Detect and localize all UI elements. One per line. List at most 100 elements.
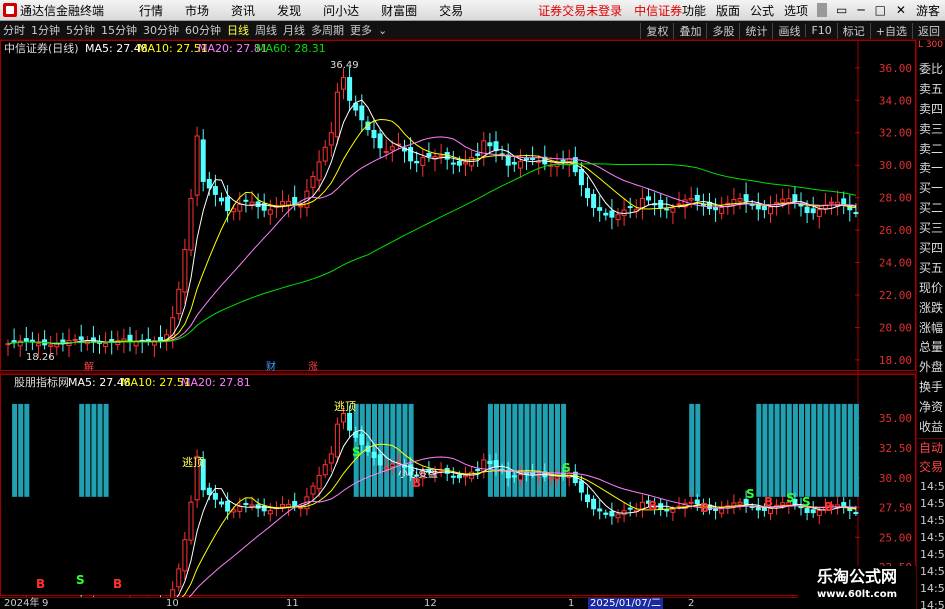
watermark-url: www.60lt.com	[816, 589, 897, 600]
candle-body	[347, 77, 353, 101]
stock-label: 中信证券(日线)	[4, 41, 79, 55]
candle-body-sub	[609, 510, 615, 517]
event-marker: 解	[84, 360, 94, 373]
candle-body-sub	[511, 475, 517, 478]
multi-stock-button[interactable]: 多股	[706, 22, 739, 39]
buy-marker: B	[700, 501, 709, 515]
back-button[interactable]: 返回	[912, 22, 945, 39]
period-tick[interactable]: 分时	[0, 22, 28, 38]
y-tick-label: 32.00	[879, 127, 912, 140]
candle-body	[334, 91, 340, 138]
y-tick-label: 24.00	[879, 257, 912, 270]
window-icon[interactable]: ▭	[831, 3, 852, 17]
candle-body-sub	[267, 510, 273, 515]
candle-body	[237, 203, 243, 212]
sell-marker: S	[76, 573, 85, 587]
candle-body-sub	[212, 492, 218, 500]
f10-button[interactable]: F10	[805, 24, 836, 37]
signal-bar	[512, 403, 518, 497]
period-day[interactable]: 日线	[224, 22, 252, 38]
y-tick-label: 27.50	[879, 502, 912, 515]
period-multi[interactable]: 多周期	[308, 22, 347, 38]
quote-label: 买三	[918, 221, 943, 236]
candle-body-sub	[188, 501, 194, 541]
toolbar-right: 复权 叠加 多股 统计 画线 F10 标记 +自选 返回	[640, 21, 945, 40]
chevron-down-icon[interactable]: ⌄	[375, 24, 390, 37]
tick-time: 14:56	[920, 479, 945, 493]
candle-body	[700, 203, 706, 206]
period-week[interactable]: 周线	[252, 22, 280, 38]
axis-month: 9	[42, 598, 49, 609]
title-bar: 通达信金融终端 行情 市场 资讯 发现 问小达 财富圈 交易 证券交易未登录 中…	[0, 0, 945, 21]
login-warning[interactable]: 证券交易未登录	[534, 2, 626, 19]
menu-ask[interactable]: 问小达	[312, 2, 370, 19]
period-month[interactable]: 月线	[280, 22, 308, 38]
candle-body	[755, 204, 761, 210]
candle-body-sub	[243, 503, 249, 506]
signal-bar	[530, 403, 536, 497]
ma10-line	[7, 118, 856, 345]
candle-body	[627, 206, 633, 209]
candle-body	[810, 208, 816, 214]
period-30min[interactable]: 30分钟	[140, 22, 182, 38]
quote-label: 卖一	[918, 161, 943, 176]
period-60min[interactable]: 60分钟	[182, 22, 224, 38]
signal-bar	[774, 403, 780, 497]
candle-body	[615, 214, 621, 221]
candle-body	[219, 197, 224, 202]
add-watchlist-button[interactable]: +自选	[869, 22, 912, 39]
candle-body	[719, 207, 725, 214]
candle-body	[371, 129, 377, 139]
app-logo-icon	[3, 3, 17, 17]
candle-body	[786, 198, 792, 203]
signal-bar	[12, 403, 18, 497]
candle-body	[829, 201, 834, 204]
main-panel-frame	[0, 40, 916, 371]
candle-body	[639, 197, 645, 208]
indicator-label: 股朋指标网	[14, 375, 69, 389]
candle-body-sub	[225, 500, 231, 512]
candle-body-sub	[328, 453, 334, 464]
period-15min[interactable]: 15分钟	[98, 22, 140, 38]
menu-function[interactable]: 功能	[677, 2, 711, 19]
menu-wealth[interactable]: 财富圈	[370, 2, 428, 19]
menu-formula[interactable]: 公式	[745, 2, 779, 19]
quote-label: 收益	[918, 420, 943, 435]
close-icon[interactable]: ✕	[891, 3, 911, 17]
y-tick-label: 18.00	[879, 354, 912, 367]
adjust-button[interactable]: 复权	[640, 22, 673, 39]
menu-market[interactable]: 市场	[174, 2, 220, 19]
overlay-button[interactable]: 叠加	[673, 22, 706, 39]
period-1min[interactable]: 1分钟	[28, 22, 63, 38]
candle-body-sub	[310, 485, 316, 495]
candle-body	[383, 150, 389, 153]
menu-discover[interactable]: 发现	[266, 2, 312, 19]
auto-trade-button[interactable]: 自动	[917, 437, 945, 458]
signal-bar	[847, 403, 853, 497]
candle-body	[328, 132, 334, 146]
quote-label: 总量	[918, 340, 943, 355]
candle-body-sub	[804, 508, 810, 514]
mark-button[interactable]: 标记	[836, 22, 870, 39]
axis-month: 10	[166, 598, 179, 609]
menu-layout[interactable]: 版面	[711, 2, 745, 19]
period-5min[interactable]: 5分钟	[63, 22, 98, 38]
maximize-icon[interactable]: □	[870, 3, 891, 17]
candle-body	[768, 206, 773, 215]
kline-chart[interactable]: 36.00 34.00 32.00 30.00 28.00 26.00 24.00 22.00…	[0, 40, 916, 609]
trade-button[interactable]: 交易	[917, 458, 945, 478]
statistics-button[interactable]: 统计	[739, 22, 772, 39]
candle-body-sub	[463, 475, 468, 478]
chart-area[interactable]: 36.00 34.00 32.00 30.00 28.00 26.00 24.00 22.00…	[0, 40, 916, 609]
menu-quotes[interactable]: 行情	[128, 2, 174, 19]
candle-body-sub	[298, 507, 304, 510]
minimize-icon[interactable]: ─	[852, 3, 869, 17]
menu-news[interactable]: 资讯	[220, 2, 266, 19]
menu-trade[interactable]: 交易	[428, 2, 474, 19]
y-tick-label: 26.00	[879, 224, 912, 237]
candle-body-sub	[591, 498, 597, 510]
period-more[interactable]: 更多	[347, 22, 375, 38]
guest-label[interactable]: 游客	[911, 2, 945, 19]
draw-line-button[interactable]: 画线	[772, 22, 805, 39]
menu-options[interactable]: 选项	[779, 2, 813, 19]
